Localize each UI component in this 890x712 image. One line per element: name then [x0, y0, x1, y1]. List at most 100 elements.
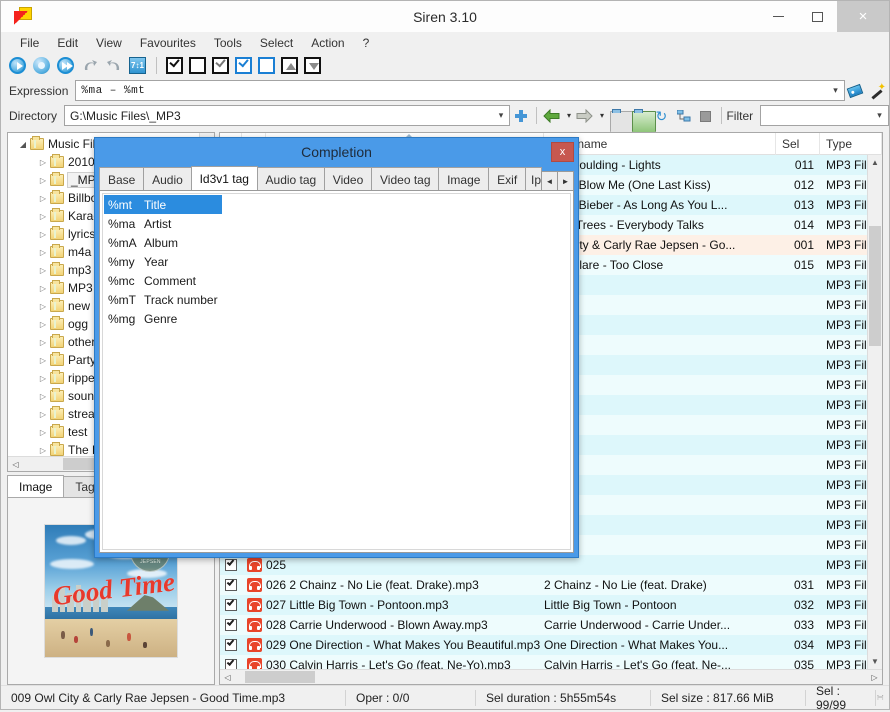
expand-triangle-icon[interactable]: ▷ [36, 320, 50, 329]
list-hscroll-track[interactable] [235, 670, 867, 685]
menu-item-edit[interactable]: Edit [48, 34, 87, 52]
check-all-icon[interactable] [166, 57, 183, 74]
chevron-right-icon[interactable]: ▷ [867, 673, 882, 682]
settings-icon[interactable] [32, 56, 52, 76]
expand-triangle-icon[interactable]: ▷ [36, 410, 50, 419]
expression-input[interactable]: %ma – %mt ▾ [75, 80, 845, 101]
tab-scroll-left-icon[interactable]: ◄ [541, 171, 558, 191]
open-folder-icon[interactable] [607, 105, 629, 127]
menu-item-file[interactable]: File [11, 34, 48, 52]
redo-icon[interactable] [104, 56, 124, 76]
expand-triangle-icon[interactable]: ▷ [36, 266, 50, 275]
stop-icon[interactable] [695, 105, 717, 127]
dialog-tab-id3v1-tag[interactable]: Id3v1 tag [191, 166, 258, 191]
checkbox-icon[interactable] [225, 579, 237, 591]
expand-triangle-icon[interactable]: ▷ [36, 356, 50, 365]
move-up-icon[interactable] [281, 57, 298, 74]
list-item[interactable]: %myYear [104, 252, 222, 271]
list-item[interactable]: %mgGenre [104, 309, 222, 328]
play-icon[interactable] [8, 56, 28, 76]
row-checkbox[interactable] [220, 619, 242, 631]
tag-icon[interactable] [845, 80, 867, 102]
expand-triangle-icon[interactable]: ▷ [36, 248, 50, 257]
expand-triangle-icon[interactable]: ▷ [36, 212, 50, 221]
list-item[interactable]: %mAAlbum [104, 233, 222, 252]
list-hscroll-thumb[interactable] [245, 671, 315, 683]
check-toggle-icon[interactable] [212, 57, 229, 74]
refresh-icon[interactable]: ↻ [651, 105, 673, 127]
filter-input[interactable]: ▾ [760, 105, 889, 126]
tab-image[interactable]: Image [7, 475, 64, 497]
chevron-left-icon[interactable]: ◁ [220, 673, 235, 682]
row-checkbox[interactable] [220, 659, 242, 669]
minimize-icon[interactable] [759, 1, 798, 32]
table-row[interactable]: 028 Carrie Underwood - Blown Away.mp3Car… [220, 615, 882, 635]
list-item[interactable]: %mTTrack number [104, 290, 222, 309]
expand-triangle-icon[interactable]: ▷ [36, 284, 50, 293]
table-row[interactable]: 027 Little Big Town - Pontoon.mp3Little … [220, 595, 882, 615]
expand-triangle-icon[interactable]: ▷ [36, 392, 50, 401]
list-horizontal-scrollbar[interactable]: ◁ ▷ [220, 669, 882, 684]
dialog-tab-video-tag[interactable]: Video tag [371, 167, 439, 191]
expand-triangle-icon[interactable]: ▷ [36, 302, 50, 311]
forward-dropdown-icon[interactable]: ▾ [596, 111, 607, 120]
list-scroll-track[interactable] [868, 170, 883, 654]
dialog-tab-audio-tag[interactable]: Audio tag [257, 167, 325, 191]
uncheck-all-icon[interactable] [189, 57, 206, 74]
resize-grip-icon[interactable]: ∺ [876, 692, 885, 703]
list-vertical-scrollbar[interactable]: ▲ ▼ [867, 155, 882, 669]
forward-icon[interactable] [574, 105, 596, 127]
chevron-down-icon[interactable]: ▾ [827, 85, 844, 96]
renumber-icon[interactable]: 7↕1 [128, 56, 148, 76]
checkbox-icon[interactable] [225, 639, 237, 651]
expand-triangle-icon[interactable]: ▷ [36, 158, 50, 167]
list-item[interactable]: %mcComment [104, 271, 222, 290]
row-checkbox[interactable] [220, 639, 242, 651]
expand-triangle-icon[interactable]: ▷ [36, 230, 50, 239]
row-checkbox[interactable] [220, 559, 242, 571]
list-scroll-thumb[interactable] [869, 226, 881, 346]
add-favourite-icon[interactable] [510, 105, 532, 127]
directory-input[interactable]: G:\Music Files\_MP3 ▾ [64, 105, 510, 126]
expand-triangle-icon[interactable]: ▷ [36, 176, 50, 185]
column-header-type[interactable]: Type [820, 133, 882, 155]
checkbox-icon[interactable] [225, 559, 237, 571]
menu-item-help[interactable]: ? [354, 34, 379, 52]
check-selected-icon[interactable] [235, 57, 252, 74]
expand-triangle-icon[interactable]: ▷ [36, 446, 50, 455]
chevron-down-icon[interactable]: ▼ [868, 654, 883, 669]
dialog-tab-exif[interactable]: Exif [488, 167, 526, 191]
menu-item-view[interactable]: View [87, 34, 131, 52]
checkbox-icon[interactable] [225, 659, 237, 669]
checkbox-icon[interactable] [225, 619, 237, 631]
expand-triangle-icon[interactable]: ▷ [36, 338, 50, 347]
column-header-sel[interactable]: Sel [776, 133, 820, 155]
dialog-tab-audio[interactable]: Audio [143, 167, 191, 191]
list-item[interactable]: %maArtist [104, 214, 222, 233]
row-checkbox[interactable] [220, 599, 242, 611]
list-item[interactable]: %mtTitle [104, 195, 222, 214]
table-row[interactable]: 025MP3 File [220, 555, 882, 575]
table-row[interactable]: 029 One Direction - What Makes You Beaut… [220, 635, 882, 655]
chevron-down-icon[interactable]: ▾ [492, 110, 509, 121]
checkbox-icon[interactable] [225, 599, 237, 611]
menu-item-action[interactable]: Action [302, 34, 353, 52]
magic-wand-icon[interactable]: ✦ [867, 80, 889, 102]
menu-item-tools[interactable]: Tools [205, 34, 251, 52]
dialog-tab-video[interactable]: Video [324, 167, 372, 191]
row-checkbox[interactable] [220, 579, 242, 591]
table-row[interactable]: 026 2 Chainz - No Lie (feat. Drake).mp32… [220, 575, 882, 595]
collapse-triangle-icon[interactable]: ◢ [16, 140, 30, 149]
undo-icon[interactable] [80, 56, 100, 76]
chevron-up-icon[interactable]: ▲ [868, 155, 883, 170]
back-dropdown-icon[interactable]: ▾ [563, 111, 574, 120]
tab-scroll-right-icon[interactable]: ► [557, 171, 574, 191]
chevron-left-icon[interactable]: ◁ [8, 460, 23, 469]
dialog-tab-base[interactable]: Base [99, 167, 144, 191]
close-icon[interactable]: × [837, 1, 889, 32]
table-row[interactable]: 030 Calvin Harris - Let's Go (feat. Ne-Y… [220, 655, 882, 669]
fast-forward-icon[interactable] [56, 56, 76, 76]
move-down-icon[interactable] [304, 57, 321, 74]
uncheck-selected-icon[interactable] [258, 57, 275, 74]
chevron-down-icon[interactable]: ▾ [871, 110, 888, 121]
